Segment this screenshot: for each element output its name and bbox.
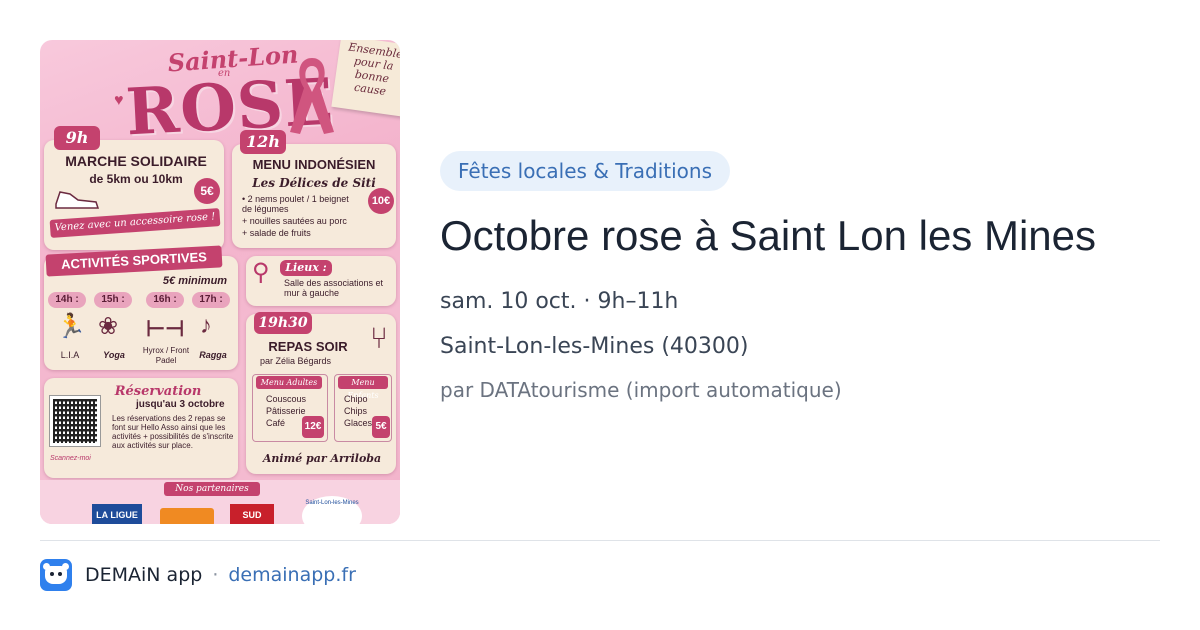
- reservation-text: Les réservations des 2 repas se font sur…: [112, 414, 234, 450]
- sport-slot-time: 16h :: [146, 292, 184, 308]
- event-date: sam. 10 oct. · 9h–11h: [440, 289, 679, 314]
- partner-logo: Saint-Lon-les-Mines: [302, 496, 362, 524]
- menu-line: + salade de fruits: [242, 228, 311, 238]
- menu-line: • 2 nems poulet / 1 beignet de légumes: [242, 194, 349, 214]
- sport-slot-label: Ragga: [199, 350, 227, 360]
- adult-menu-price: 12€: [302, 416, 324, 438]
- pink-ribbon-icon: [290, 58, 334, 134]
- adult-menu-label: Menu Adultes: [256, 376, 322, 389]
- sports-minimum: 5€ minimum: [162, 275, 228, 287]
- sport-slot-label: L.I.A: [60, 350, 80, 360]
- event-title[interactable]: Octobre rose à Saint Lon les Mines: [440, 210, 1180, 262]
- app-logo-icon[interactable]: [40, 559, 72, 591]
- sport-slot-time: 17h :: [192, 292, 230, 308]
- menu-price: 10€: [368, 188, 394, 214]
- dinner-by: par Zélia Bégards: [260, 356, 332, 366]
- category-badge[interactable]: Fêtes locales & Traditions: [440, 151, 731, 191]
- sport-slot-label: Hyrox / Front Padel: [142, 346, 190, 365]
- place-text: Salle des associations et mur à gauche: [284, 278, 384, 298]
- heart-icon: ♥: [114, 92, 124, 109]
- adult-menu-item: Couscous: [266, 394, 307, 404]
- footer-separator: ·: [212, 564, 219, 586]
- place-title: Lieux :: [280, 260, 332, 276]
- walk-title: MARCHE SOLIDAIRE: [65, 153, 207, 169]
- sport-slot-time: 14h :: [48, 292, 86, 308]
- dinner-animation: Animé par Arriloba: [262, 452, 382, 465]
- app-website-link[interactable]: demainapp.fr: [228, 564, 356, 586]
- sport-slot-time: 15h :: [94, 292, 132, 308]
- child-menu-item: Glaces: [344, 418, 373, 428]
- menu-line: + nouilles sautées au porc: [242, 216, 347, 226]
- menu-title: MENU INDONÉSIEN: [252, 157, 376, 172]
- child-menu-label: Menu Enfants: [338, 376, 388, 400]
- event-source: par DATAtourisme (import automatique): [440, 378, 842, 402]
- child-menu-item: Chipo: [344, 394, 368, 404]
- footer-divider: [40, 540, 1160, 541]
- dinner-time: 19h30: [254, 312, 312, 334]
- adult-menu-item: Pâtisserie: [266, 406, 306, 416]
- reservation-until: jusqu'au 3 octobre: [136, 399, 225, 410]
- partner-logo-orange: [160, 508, 214, 524]
- lotus-icon: ❀: [98, 313, 119, 340]
- event-poster-image[interactable]: Saint-Lon en ♥ ROSE Ensemble pour la bon…: [40, 40, 400, 524]
- dinner-title: REPAS SOIR: [268, 339, 348, 354]
- walk-price: 5€: [194, 178, 220, 204]
- runner-icon: 🏃: [56, 313, 86, 340]
- menu-time: 12h: [240, 130, 286, 154]
- app-name: DEMAiN app: [85, 564, 203, 586]
- child-menu-item: Chips: [344, 406, 368, 416]
- menu-subtitle: Les Délices de Siti: [252, 176, 376, 190]
- poster-note: Ensemble pour la bonne cause: [331, 40, 400, 117]
- fork-icon: ⑂: [370, 322, 388, 355]
- qr-code: [49, 395, 101, 447]
- adult-menu-item: Café: [266, 418, 286, 428]
- dumbbell-icon: ⊢⊣: [146, 316, 185, 341]
- partner-logo: LA LIGUE: [92, 504, 142, 524]
- map-pin-icon: ⚲: [252, 259, 270, 286]
- partner-logo: SUD: [230, 504, 274, 524]
- child-menu-price: 5€: [372, 416, 390, 438]
- sneaker-icon: [55, 191, 100, 209]
- sport-slot-label: Yoga: [103, 350, 125, 360]
- dancer-icon: ♪: [200, 312, 212, 339]
- scan-label: Scannez-moi: [50, 455, 91, 462]
- partners-title: Nos partenaires: [164, 482, 260, 496]
- walk-time: 9h: [54, 126, 100, 150]
- event-location: Saint-Lon-les-Mines (40300): [440, 334, 749, 359]
- footer: DEMAiN app · demainapp.fr: [40, 558, 356, 592]
